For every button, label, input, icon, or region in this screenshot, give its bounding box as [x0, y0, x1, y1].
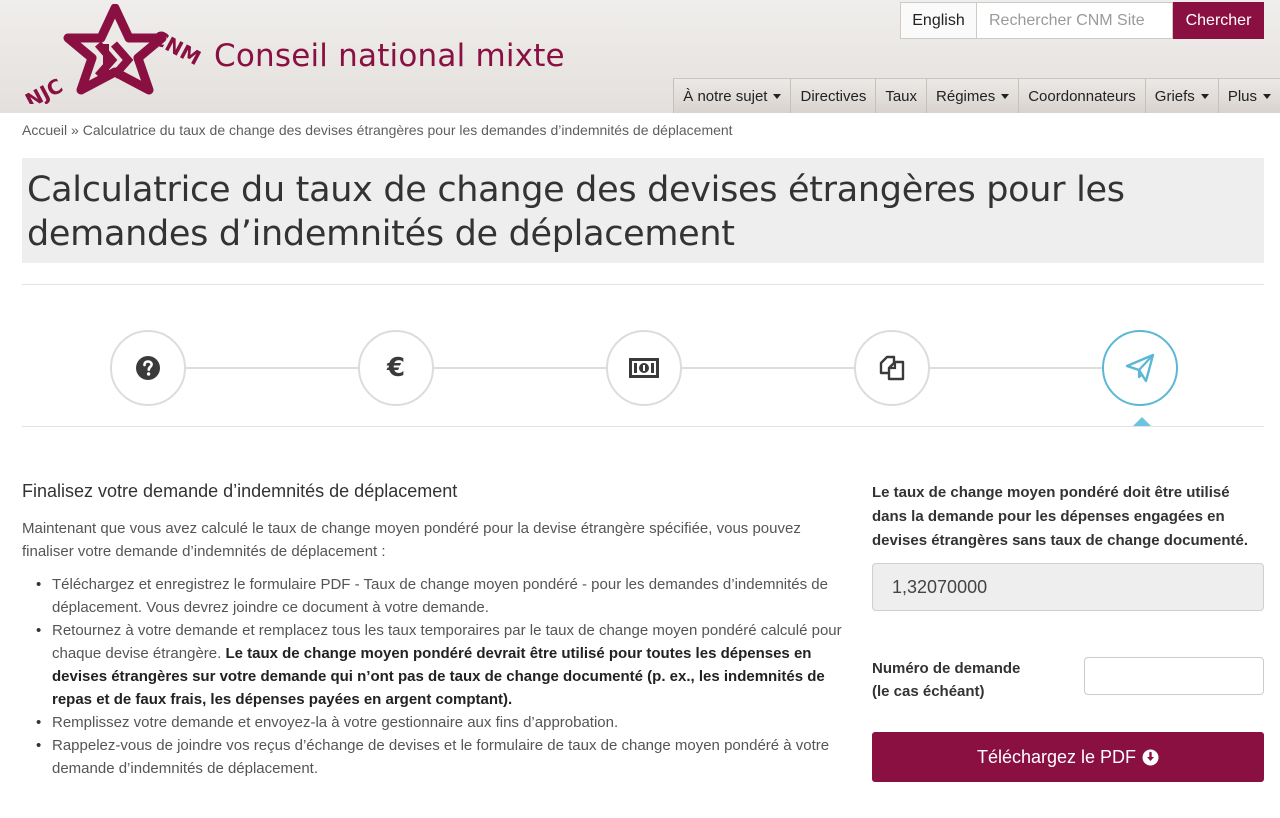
instructions-list: Téléchargez et enregistrez le formulaire…	[22, 573, 842, 780]
money-bill-icon	[629, 358, 659, 378]
breadcrumb-separator: »	[67, 122, 83, 138]
divider	[22, 426, 1264, 427]
euro-icon: €	[386, 353, 406, 383]
nav-label: Plus	[1227, 87, 1257, 105]
claim-label-line: Numéro de demande	[872, 660, 1021, 677]
caret-down-icon	[1001, 93, 1010, 99]
nav-label: Griefs	[1154, 87, 1195, 105]
main-nav: À notre sujet Directives Taux Régimes Co…	[673, 78, 1280, 113]
download-circle-icon	[1142, 749, 1159, 766]
page-title: Calculatrice du taux de change des devis…	[22, 158, 1264, 263]
claim-number-row: Numéro de demande (le cas échéant)	[872, 657, 1264, 703]
nav-label: Coordonnateurs	[1028, 87, 1136, 105]
intro-text: Maintenant que vous avez calculé le taux…	[22, 520, 801, 560]
list-item: Téléchargez et enregistrez le formulaire…	[36, 573, 842, 619]
step-5-submit[interactable]	[1102, 330, 1178, 406]
caret-down-icon	[773, 93, 782, 99]
nav-item-directives[interactable]: Directives	[790, 78, 876, 113]
nav-item-plans[interactable]: Régimes	[926, 78, 1019, 113]
nav-item-grievances[interactable]: Griefs	[1144, 78, 1218, 113]
weighted-rate-output: 1,32070000	[872, 563, 1264, 611]
logo-njc-text: NJC	[21, 73, 67, 104]
logo-cnm-text: CNM	[148, 25, 205, 70]
language-toggle-button[interactable]: English	[900, 2, 976, 39]
njc-cnm-logo[interactable]: NJC CNM	[12, 3, 217, 113]
nav-item-rates[interactable]: Taux	[875, 78, 927, 113]
paper-plane-icon	[1125, 353, 1155, 383]
site-header: NJC CNM Conseil national mixte English C…	[0, 0, 1280, 113]
claim-number-input[interactable]	[1084, 657, 1264, 695]
nav-label: Directives	[800, 87, 867, 105]
list-item: Remplissez votre demande et envoyez-la à…	[36, 711, 842, 734]
search-input[interactable]	[976, 2, 1173, 39]
site-title[interactable]: Conseil national mixte	[214, 38, 565, 74]
breadcrumb-home-link[interactable]: Accueil	[22, 122, 67, 138]
download-pdf-label: Téléchargez le PDF	[976, 746, 1137, 767]
claim-label-line: (le cas échéant)	[872, 683, 985, 700]
step-2-currency[interactable]: €	[358, 330, 434, 406]
divider	[22, 284, 1264, 285]
question-circle-icon	[136, 356, 160, 380]
step-3-amount[interactable]	[606, 330, 682, 406]
step-1-help[interactable]	[110, 330, 186, 406]
nav-item-more[interactable]: Plus	[1217, 78, 1280, 113]
breadcrumb-current: Calculatrice du taux de change des devis…	[82, 122, 733, 138]
list-item: Rappelez-vous de joindre vos reçus d’éch…	[36, 734, 842, 780]
caret-down-icon	[1263, 93, 1271, 99]
list-item: Retournez à votre demande et remplacez t…	[36, 619, 842, 711]
logo-star-icon	[63, 3, 167, 95]
nav-item-about[interactable]: À notre sujet	[673, 78, 791, 113]
caret-down-icon	[1200, 93, 1209, 99]
nav-label: À notre sujet	[683, 87, 768, 105]
download-pdf-button[interactable]: Téléchargez le PDF	[872, 732, 1264, 782]
nav-label: Régimes	[936, 87, 996, 105]
copy-documents-icon	[879, 355, 905, 381]
result-panel: Le taux de change moyen pondéré doit êtr…	[872, 481, 1264, 782]
breadcrumb: Accueil » Calculatrice du taux de change…	[22, 122, 733, 138]
top-tools: English Chercher	[900, 2, 1264, 39]
nav-label: Taux	[885, 87, 918, 105]
section-title: Finalisez votre demande d’indemnités de …	[22, 481, 458, 501]
search-button[interactable]: Chercher	[1173, 2, 1264, 39]
finalize-section: Finalisez votre demande d’indemnités de …	[22, 481, 842, 780]
claim-number-label: Numéro de demande (le cas échéant)	[872, 657, 1072, 703]
rate-note: Le taux de change moyen pondéré doit êtr…	[872, 484, 1248, 549]
step-4-documents[interactable]	[854, 330, 930, 406]
nav-item-coordinators[interactable]: Coordonnateurs	[1018, 78, 1145, 113]
